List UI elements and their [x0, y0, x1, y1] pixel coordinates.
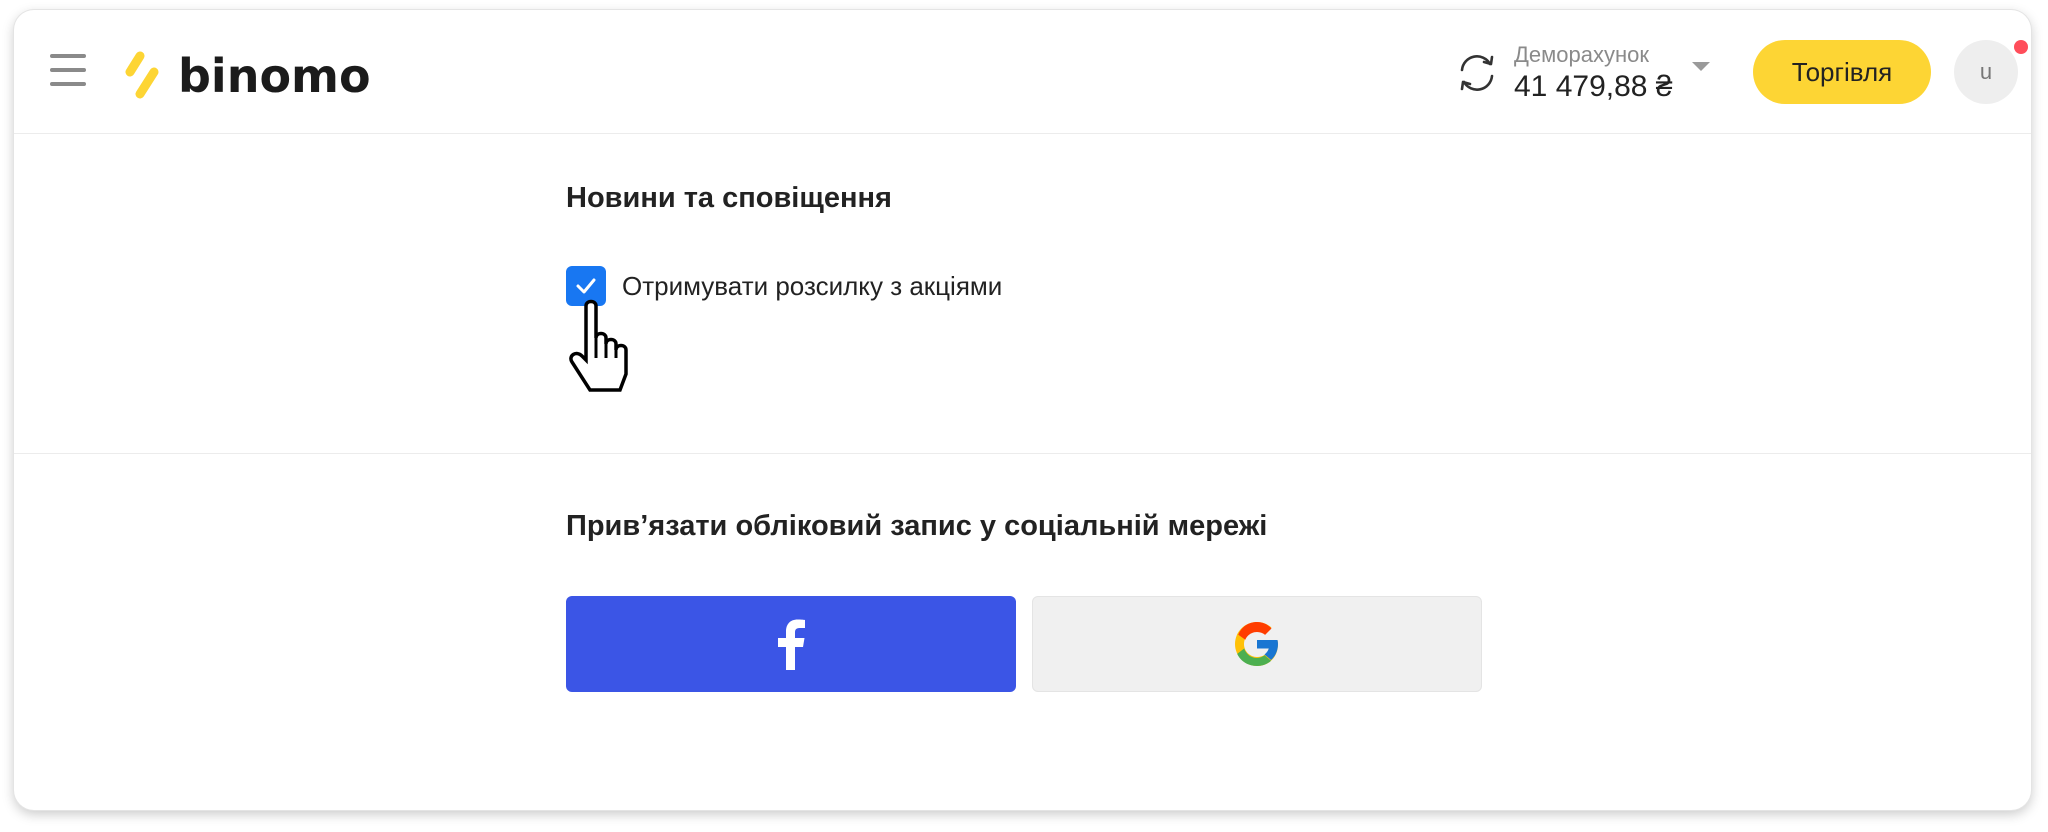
newsletter-label: Отримувати розсилку з акціями	[622, 270, 1003, 301]
trade-button[interactable]: Торгівля	[1753, 40, 1931, 104]
section-divider	[14, 453, 2031, 454]
menu-icon[interactable]	[50, 52, 90, 88]
facebook-icon	[778, 619, 805, 670]
avatar[interactable]: u	[1954, 40, 2018, 104]
checkmark-icon	[576, 278, 596, 294]
facebook-link-button[interactable]	[566, 596, 1016, 692]
account-balance: 41 479,88 ₴	[1514, 70, 1673, 103]
hand-pointer-cursor-icon	[569, 299, 628, 392]
logo-text: binomo	[178, 49, 371, 103]
header: binomo Деморахунок 41 479,88 ₴ Торгівля …	[14, 10, 2031, 134]
google-link-button[interactable]	[1032, 596, 1482, 692]
logo-mark-icon	[125, 51, 159, 99]
logo[interactable]: binomo	[124, 46, 371, 106]
app-window: binomo Деморахунок 41 479,88 ₴ Торгівля …	[14, 10, 2031, 810]
refresh-icon[interactable]	[1454, 50, 1500, 96]
news-section-title: Новини та сповіщення	[566, 182, 892, 214]
account-type-label: Деморахунок	[1514, 42, 1649, 67]
social-section-title: Прив’язати обліковий запис у соціальній …	[566, 510, 1268, 542]
google-icon	[1235, 622, 1278, 666]
notification-dot	[2014, 40, 2028, 54]
chevron-down-icon[interactable]	[1692, 61, 1711, 71]
account-switcher[interactable]: Деморахунок 41 479,88 ₴	[1454, 38, 1711, 108]
